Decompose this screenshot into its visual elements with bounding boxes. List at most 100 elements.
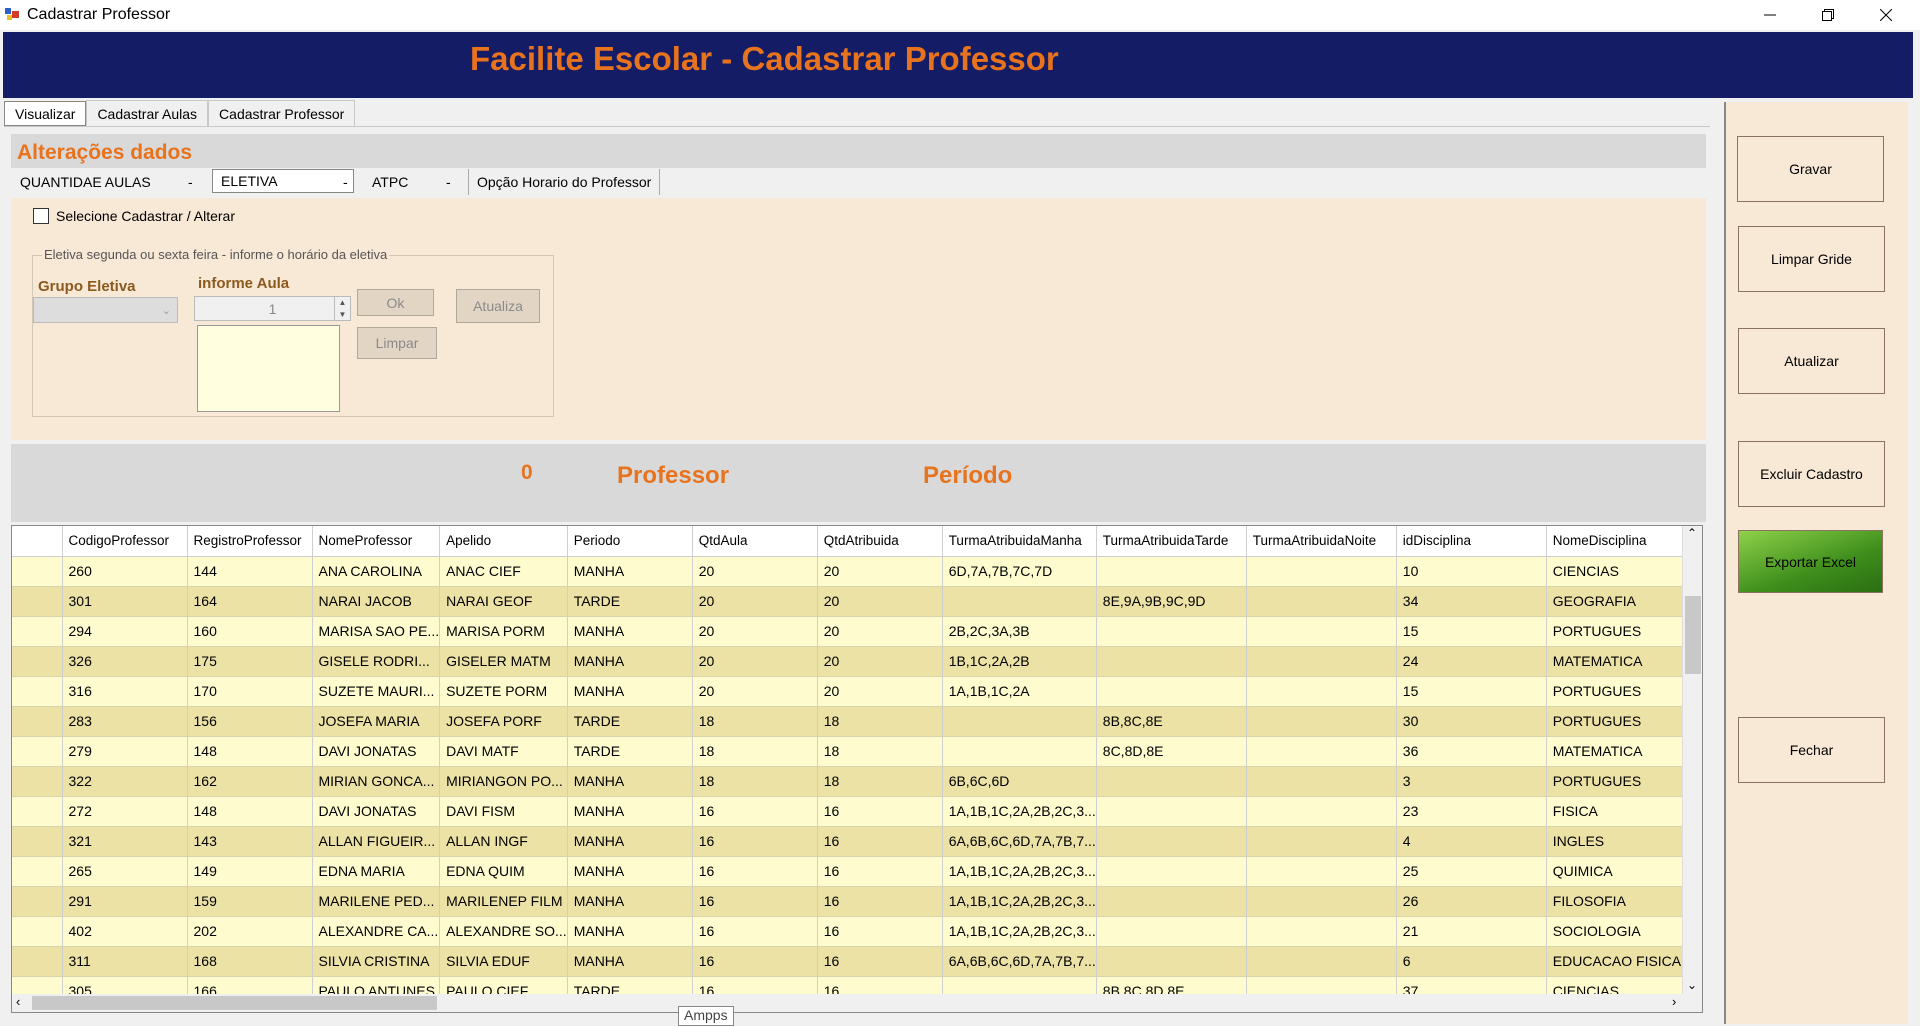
table-cell[interactable]: 18 [692, 766, 818, 797]
table-cell[interactable]: 25 [1396, 856, 1547, 887]
row-header[interactable] [12, 736, 63, 767]
table-cell[interactable] [1246, 916, 1397, 947]
table-cell[interactable]: 20 [692, 616, 818, 647]
table-cell[interactable] [1246, 616, 1397, 647]
column-header[interactable]: TurmaAtribuidaNoite [1246, 526, 1397, 557]
table-cell[interactable]: 18 [817, 766, 943, 797]
table-cell[interactable]: 16 [692, 856, 818, 887]
table-cell[interactable]: 15 [1396, 676, 1547, 707]
table-cell[interactable] [1246, 766, 1397, 797]
table-cell[interactable]: 20 [692, 676, 818, 707]
table-cell[interactable]: 6B,6C,6D [942, 766, 1097, 797]
table-row[interactable]: 260 144 ANA CAROLINA ANAC CIEF MANHA 20 20 6D,7… [12, 556, 1697, 587]
table-cell[interactable]: 16 [817, 886, 943, 917]
table-cell[interactable]: MATEMATICA [1546, 646, 1697, 677]
table-cell[interactable]: 402 [62, 916, 188, 947]
subtab-eletiva[interactable]: ELETIVA [212, 169, 354, 193]
column-header[interactable]: TurmaAtribuidaManha [942, 526, 1097, 557]
table-cell[interactable]: FISICA [1546, 796, 1697, 827]
informe-aula-stepper[interactable]: 1 ▲ ▼ [194, 296, 351, 321]
table-cell[interactable] [1096, 676, 1247, 707]
table-row[interactable]: 301 164 NARAI JACOB NARAI GEOF TARDE 20 20 8E,9… [12, 586, 1697, 617]
table-cell[interactable] [1096, 646, 1247, 677]
table-cell[interactable]: 3 [1396, 766, 1547, 797]
table-cell[interactable] [1096, 856, 1247, 887]
table-cell[interactable]: EDNA QUIM [439, 856, 568, 887]
table-cell[interactable] [1246, 796, 1397, 827]
table-cell[interactable]: 6 [1396, 946, 1547, 977]
table-cell[interactable]: PORTUGUES [1546, 676, 1697, 707]
table-cell[interactable]: DAVI FISM [439, 796, 568, 827]
table-cell[interactable]: 8E,9A,9B,9C,9D [1096, 586, 1247, 617]
table-cell[interactable]: 20 [692, 556, 818, 587]
column-header[interactable]: idDisciplina [1396, 526, 1547, 557]
table-row[interactable]: 272 148 DAVI JONATAS DAVI FISM MANHA 16 16 1A,1… [12, 796, 1697, 827]
horizontal-scrollbar[interactable]: ‹ › [12, 994, 1702, 1012]
table-cell[interactable]: 168 [187, 946, 313, 977]
table-cell[interactable]: 4 [1396, 826, 1547, 857]
table-cell[interactable]: 10 [1396, 556, 1547, 587]
row-header[interactable] [12, 556, 63, 587]
table-cell[interactable]: 148 [187, 736, 313, 767]
stepper-down-icon[interactable]: ▼ [339, 310, 347, 319]
table-cell[interactable] [942, 706, 1097, 737]
tab-cadastrar-aulas[interactable]: Cadastrar Aulas [86, 100, 209, 126]
table-cell[interactable] [1096, 616, 1247, 647]
atualiza-button[interactable]: Atualiza [456, 289, 540, 323]
table-cell[interactable] [1246, 646, 1397, 677]
row-header[interactable] [12, 586, 63, 617]
table-cell[interactable]: MANHA [567, 826, 693, 857]
table-cell[interactable]: 16 [817, 916, 943, 947]
table-cell[interactable]: CIENCIAS [1546, 556, 1697, 587]
table-cell[interactable]: MIRIANGON PO... [439, 766, 568, 797]
row-header[interactable] [12, 646, 63, 677]
scroll-left-icon[interactable]: ‹ [16, 994, 20, 1009]
table-cell[interactable] [1096, 826, 1247, 857]
table-cell[interactable]: MARILENE PED... [312, 886, 441, 917]
table-cell[interactable] [1246, 736, 1397, 767]
table-cell[interactable]: 1A,1B,1C,2A,2B,2C,3... [942, 796, 1097, 827]
table-cell[interactable] [1096, 556, 1247, 587]
table-row[interactable]: 322 162 MIRIAN GONCA... MIRIANGON PO... MANH… [12, 766, 1697, 797]
row-header[interactable] [12, 916, 63, 947]
limpar-gride-button[interactable]: Limpar Gride [1738, 226, 1885, 292]
table-row[interactable]: 283 156 JOSEFA MARIA JOSEFA PORF TARDE 18 18 8B… [12, 706, 1697, 737]
column-header[interactable]: NomeProfessor [312, 526, 441, 557]
table-cell[interactable]: 170 [187, 676, 313, 707]
table-cell[interactable]: 1A,1B,1C,2A,2B,2C,3... [942, 916, 1097, 947]
table-cell[interactable]: ALLAN INGF [439, 826, 568, 857]
restore-button[interactable] [1800, 0, 1856, 30]
table-cell[interactable]: 20 [817, 616, 943, 647]
table-cell[interactable]: EDUCACAO FISICA [1546, 946, 1697, 977]
column-header[interactable]: Apelido [439, 526, 568, 557]
table-cell[interactable]: MATEMATICA [1546, 736, 1697, 767]
table-cell[interactable]: FILOSOFIA [1546, 886, 1697, 917]
table-cell[interactable] [1246, 826, 1397, 857]
table-cell[interactable]: ALLAN FIGUEIR... [312, 826, 441, 857]
column-header[interactable]: Periodo [567, 526, 693, 557]
table-cell[interactable]: 18 [817, 736, 943, 767]
table-cell[interactable]: 265 [62, 856, 188, 887]
table-cell[interactable]: ANA CAROLINA [312, 556, 441, 587]
table-cell[interactable]: MARILENEP FILM [439, 886, 568, 917]
table-cell[interactable]: INGLES [1546, 826, 1697, 857]
table-cell[interactable]: MIRIAN GONCA... [312, 766, 441, 797]
table-cell[interactable]: MANHA [567, 796, 693, 827]
table-cell[interactable]: 20 [692, 586, 818, 617]
table-cell[interactable]: JOSEFA PORF [439, 706, 568, 737]
table-cell[interactable]: TARDE [567, 586, 693, 617]
table-cell[interactable]: 316 [62, 676, 188, 707]
table-cell[interactable]: 260 [62, 556, 188, 587]
table-cell[interactable]: SILVIA CRISTINA [312, 946, 441, 977]
table-cell[interactable] [1096, 796, 1247, 827]
table-cell[interactable]: MANHA [567, 676, 693, 707]
gravar-button[interactable]: Gravar [1737, 136, 1884, 202]
row-header[interactable] [12, 826, 63, 857]
atualizar-button[interactable]: Atualizar [1738, 328, 1885, 394]
column-header[interactable]: RegistroProfessor [187, 526, 313, 557]
limpar-button[interactable]: Limpar [357, 327, 437, 359]
tab-cadastrar-professor[interactable]: Cadastrar Professor [208, 100, 356, 126]
table-cell[interactable]: 8C,8D,8E [1096, 736, 1247, 767]
table-cell[interactable]: MANHA [567, 556, 693, 587]
table-cell[interactable]: 36 [1396, 736, 1547, 767]
